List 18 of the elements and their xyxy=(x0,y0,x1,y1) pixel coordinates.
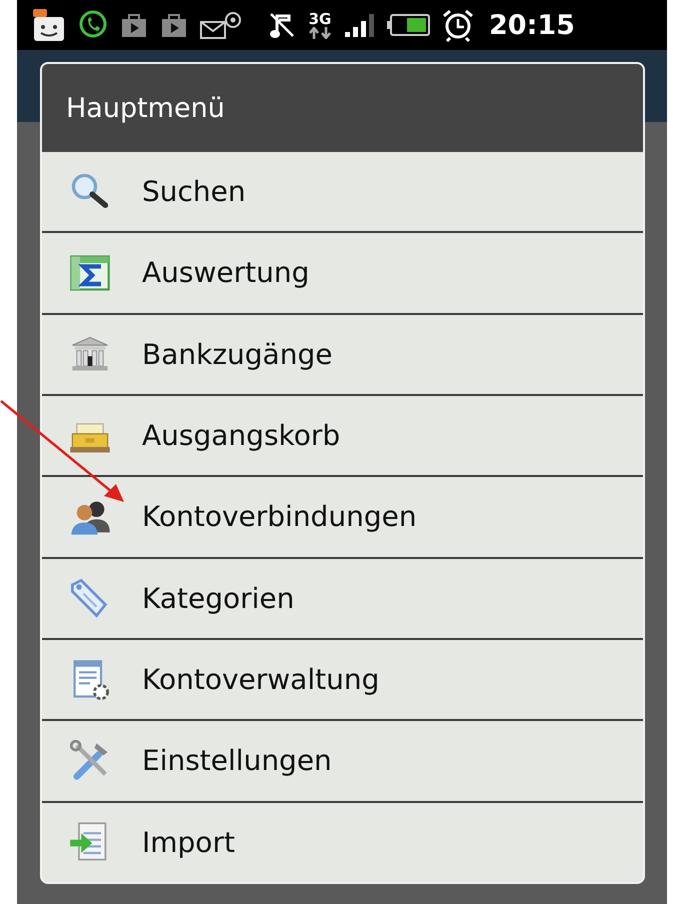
data-arrows-icon xyxy=(307,26,333,38)
menu-item[interactable]: Einstellungen xyxy=(42,719,643,801)
menu-item[interactable]: Kontoverwaltung xyxy=(42,638,643,720)
clock-time: 20:15 xyxy=(489,10,575,40)
menu-item[interactable]: Suchen xyxy=(42,152,643,232)
network-type-label: 3G xyxy=(308,12,332,26)
menu-item[interactable]: Auswertung xyxy=(42,231,643,313)
signal-icon xyxy=(343,12,377,38)
menu-item[interactable]: Ausgangskorb xyxy=(42,394,643,476)
chat-app-icon xyxy=(31,7,67,43)
dialog-title: Hauptmenü xyxy=(42,64,643,152)
menu-item[interactable]: Kontoverbindungen xyxy=(42,475,643,557)
email-icon xyxy=(199,10,243,40)
menu-item[interactable]: Import xyxy=(42,800,643,882)
alarm-clock-icon xyxy=(441,8,475,42)
menu-item[interactable]: Bankzugänge xyxy=(42,312,643,394)
battery-icon xyxy=(387,13,431,37)
menu-item[interactable]: Kategorien xyxy=(42,556,643,638)
